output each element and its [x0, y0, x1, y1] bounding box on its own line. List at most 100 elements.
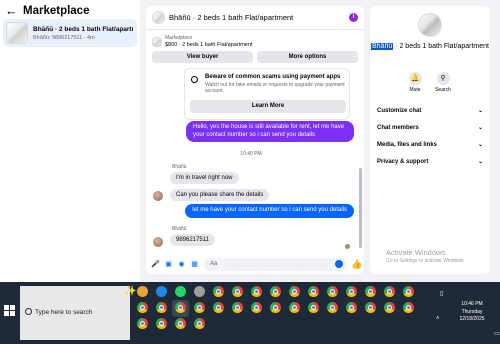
chrome-icon[interactable] [137, 302, 148, 313]
chrome-icon[interactable] [327, 286, 338, 297]
gif-icon[interactable]: ▦ [190, 260, 199, 269]
chrome-icon[interactable] [289, 302, 300, 313]
taskbar-clock[interactable]: 10:46 PM Thursday 12/18/2025 [452, 301, 492, 324]
incoming-message: Can you please share the details [170, 189, 270, 201]
section-privacy-support[interactable]: Privacy & support ⌄ [377, 154, 483, 171]
conversation-text: Bhāñū · 2 beds 1 bath Flat/apartment Bhā… [33, 26, 133, 41]
activate-windows-watermark: Activate Windows Go to Settings to activ… [386, 248, 465, 264]
learn-more-button[interactable]: Learn More [190, 100, 346, 113]
section-customize-chat[interactable]: Customize chat ⌄ [377, 103, 483, 120]
conversation-details-panel: Bhāñū · 2 beds 1 bath Flat/apartment 🔔 M… [370, 6, 490, 274]
chrome-icon[interactable] [403, 286, 414, 297]
chrome-icon[interactable] [213, 302, 224, 313]
chrome-icon[interactable] [251, 302, 262, 313]
section-label: Customize chat [377, 108, 422, 114]
chrome-icon[interactable] [308, 302, 319, 313]
windows-taskbar: Type here to search ✨ ▯ ˄ 10:46 PM Thurs… [0, 282, 500, 344]
taskbar-search-box[interactable]: Type here to search ✨ [20, 286, 136, 340]
listing-text: Marketplace $800 · 2 beds 1 bath Flat/ap… [165, 35, 252, 48]
watermark-subtitle: Go to Settings to activate Windows. [386, 258, 465, 264]
chrome-icon[interactable] [194, 318, 205, 329]
chrome-icon[interactable] [194, 302, 205, 313]
chrome-icon[interactable] [289, 286, 300, 297]
section-chat-members[interactable]: Chat members ⌄ [377, 120, 483, 137]
search-label: Search [435, 87, 451, 93]
message-composer: 🎤 ▣ ◉ ▦ Aa 👍 [146, 254, 364, 274]
app-icon[interactable] [194, 286, 205, 297]
section-label: Chat members [377, 125, 419, 131]
chevron-down-icon: ⌄ [477, 142, 483, 148]
chrome-icon[interactable] [232, 286, 243, 297]
system-tray: ▯ ˄ 10:46 PM Thursday 12/18/2025 ▭ [432, 286, 500, 340]
battery-icon[interactable]: ▯ [440, 290, 443, 297]
chrome-icon[interactable] [270, 286, 281, 297]
section-media-files-links[interactable]: Media, files and links ⌄ [377, 137, 483, 154]
watermark-title: Activate Windows [386, 248, 446, 257]
notification-icon[interactable]: ▭ [494, 330, 500, 337]
listing-row: Marketplace $800 · 2 beds 1 bath Flat/ap… [146, 30, 364, 48]
chrome-icon[interactable] [365, 302, 376, 313]
chrome-icon[interactable] [346, 302, 357, 313]
panel-title: Marketplace [23, 5, 90, 17]
search-action[interactable]: ⚲ Search [428, 72, 458, 93]
chrome-icon[interactable] [365, 286, 376, 297]
conversation-list-panel: ← Marketplace Bhāñū · 2 beds 1 bath Flat… [0, 0, 140, 282]
section-label: Media, files and links [377, 142, 438, 148]
chrome-icon[interactable] [232, 302, 243, 313]
chrome-icon[interactable] [175, 318, 186, 329]
more-options-button[interactable]: More options [257, 51, 358, 63]
chrome-icon[interactable] [384, 302, 395, 313]
image-icon[interactable]: ▣ [164, 260, 173, 269]
scrollbar[interactable] [359, 168, 362, 248]
app-icon[interactable] [137, 286, 148, 297]
listing-photo [418, 13, 442, 37]
sticker-icon[interactable]: ◉ [177, 260, 186, 269]
incoming-message: I'm in travel right now [170, 172, 239, 184]
chevron-up-icon[interactable]: ˄ [436, 316, 440, 322]
microphone-icon[interactable]: 🎤 [151, 260, 160, 269]
chat-panel: Bhāñū · 2 beds 1 bath Flat/apartment i M… [146, 6, 364, 274]
sender-avatar [153, 191, 163, 201]
messenger-app: ← Marketplace Bhāñū · 2 beds 1 bath Flat… [0, 0, 500, 282]
chrome-icon[interactable] [327, 302, 338, 313]
windows-start-icon[interactable] [4, 305, 16, 317]
chrome-icon[interactable] [251, 286, 262, 297]
whatsapp-icon[interactable] [175, 286, 186, 297]
search-icon [25, 308, 32, 315]
emoji-icon[interactable] [335, 259, 343, 268]
message-input-placeholder: Aa [210, 260, 218, 267]
chrome-icon[interactable] [308, 286, 319, 297]
sender-name: Bhāñū [172, 164, 187, 170]
info-icon[interactable]: i [349, 13, 358, 22]
message-input[interactable]: Aa [204, 257, 347, 271]
clock-day: Thursday [461, 308, 483, 315]
chat-title[interactable]: Bhāñū · 2 beds 1 bath Flat/apartment [169, 13, 349, 22]
listing-thumbnail [6, 22, 28, 44]
section-label: Privacy & support [377, 159, 429, 165]
chrome-icon[interactable] [156, 318, 167, 329]
clock-date: 12/18/2025 [459, 316, 485, 322]
chrome-icon[interactable] [156, 302, 167, 313]
chrome-icon[interactable] [137, 318, 148, 329]
search-icon: ⚲ [436, 72, 450, 85]
chrome-icon[interactable] [346, 286, 357, 297]
conversation-title: Bhāñū · 2 beds 1 bath Flat/apartment [33, 25, 133, 33]
view-buyer-button[interactable]: View buyer [152, 51, 253, 63]
outgoing-message: let me have your contact number so i can… [185, 204, 354, 218]
chrome-icon[interactable] [403, 302, 414, 313]
details-title-rest: · 2 beds 1 bath Flat/apartment [393, 43, 489, 50]
chrome-icon[interactable] [213, 286, 224, 297]
chat-avatar[interactable] [152, 11, 165, 24]
edge-icon[interactable] [156, 286, 167, 297]
chrome-icon[interactable] [175, 302, 186, 313]
chevron-down-icon: ⌄ [477, 125, 483, 131]
mute-action[interactable]: 🔔 Mute [400, 72, 430, 93]
chrome-icon[interactable] [270, 302, 281, 313]
thumbs-up-icon[interactable]: 👍 [351, 259, 362, 270]
chrome-icon[interactable] [384, 286, 395, 297]
chat-header: Bhāñū · 2 beds 1 bath Flat/apartment i [146, 6, 364, 30]
conversation-item[interactable]: Bhāñū · 2 beds 1 bath Flat/apartment Bhā… [3, 19, 137, 47]
back-arrow-icon[interactable]: ← [5, 4, 19, 18]
sender-name: Bhāñū [172, 226, 187, 232]
details-title: Bhāñū · 2 beds 1 bath Flat/apartment [370, 43, 490, 52]
